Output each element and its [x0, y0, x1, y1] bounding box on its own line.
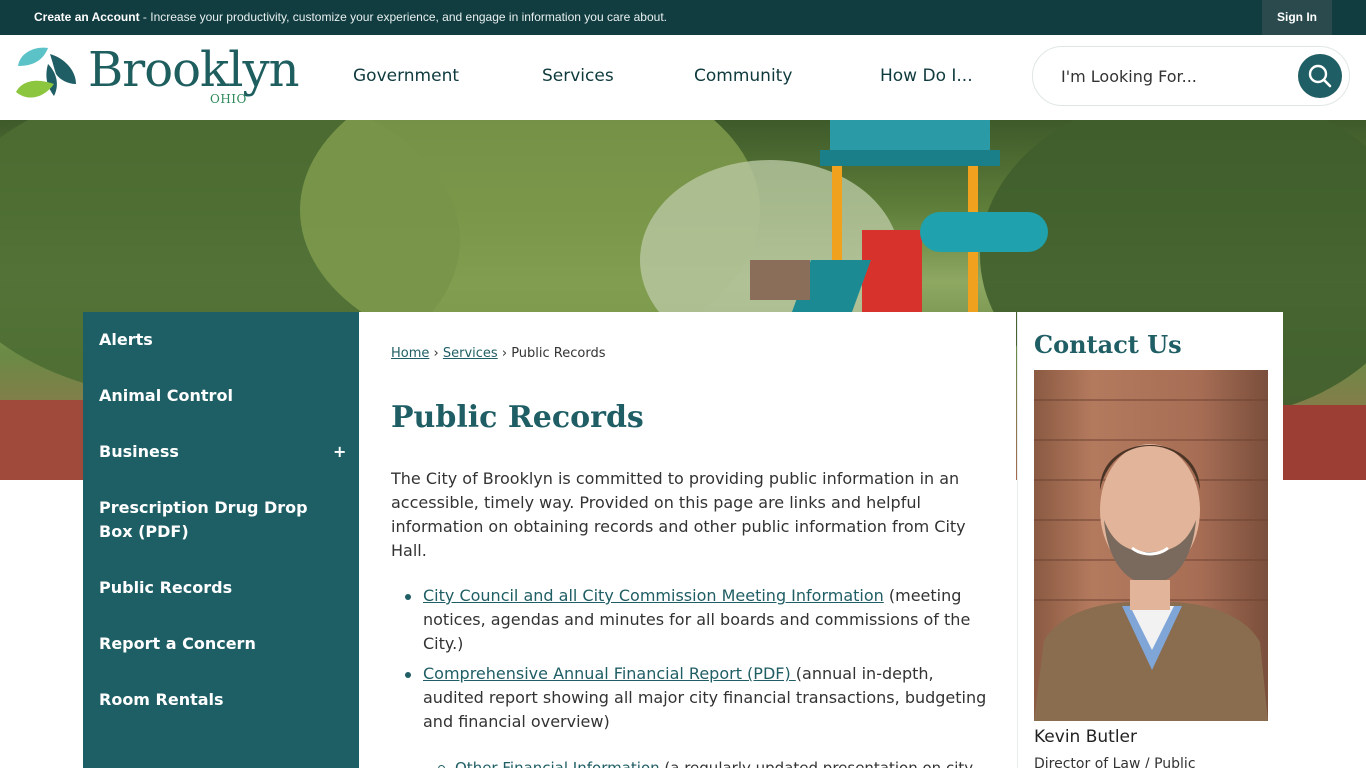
- sidenav-item-animal-control[interactable]: Animal Control: [99, 384, 329, 408]
- nav-how-do-i[interactable]: How Do I...: [880, 35, 973, 120]
- other-financial-info-link[interactable]: Other Financial Information: [455, 759, 660, 768]
- breadcrumb-separator: ›: [433, 346, 439, 361]
- top-bar: Create an Account - Increase your produc…: [0, 0, 1366, 35]
- breadcrumb-current: Public Records: [511, 346, 606, 361]
- sign-in-button[interactable]: Sign In: [1262, 0, 1332, 35]
- nav-services[interactable]: Services: [542, 35, 614, 120]
- bullet-icon: [405, 594, 411, 600]
- sidenav-item-public-records[interactable]: Public Records: [99, 576, 329, 600]
- site-header: Brooklyn OHIO Government Services Commun…: [0, 35, 1366, 120]
- breadcrumb: Home › Services › Public Records: [391, 346, 605, 361]
- contact-role: Director of Law / Public: [1034, 756, 1196, 768]
- logo-state: OHIO: [210, 92, 247, 106]
- contact-photo: [1034, 370, 1268, 721]
- council-meeting-info-link[interactable]: City Council and all City Commission Mee…: [423, 586, 884, 605]
- list-item: City Council and all City Commission Mee…: [391, 584, 991, 656]
- sub-list-item-text: (a regularly updated presentation on cit…: [659, 759, 974, 768]
- annual-financial-report-link[interactable]: Comprehensive Annual Financial Report (P…: [423, 664, 796, 683]
- contact-sidebar: Contact Us Kevin Butler Director of Law …: [1017, 312, 1283, 768]
- nav-government[interactable]: Government: [353, 35, 459, 120]
- sidenav-item-prescription-drug-drop-box[interactable]: Prescription Drug Drop Box (PDF): [99, 496, 329, 544]
- account-promo: Create an Account - Increase your produc…: [34, 0, 667, 35]
- promo-text: - Increase your productivity, customize …: [139, 10, 667, 24]
- search-button[interactable]: [1298, 54, 1342, 98]
- playground-tower: [830, 120, 990, 150]
- page-title: Public Records: [391, 400, 644, 435]
- brooklyn-logo[interactable]: Brooklyn OHIO: [14, 42, 324, 110]
- search-icon: [1308, 64, 1332, 88]
- main-content: Home › Services › Public Records Public …: [359, 312, 1016, 768]
- breadcrumb-home[interactable]: Home: [391, 346, 429, 361]
- breadcrumb-separator: ›: [501, 346, 508, 361]
- records-list: City Council and all City Commission Mee…: [391, 584, 991, 768]
- breadcrumb-services[interactable]: Services: [443, 346, 498, 361]
- sub-list-item: Other Financial Information (a regularly…: [391, 756, 991, 768]
- site-search: [1032, 46, 1350, 106]
- sidenav-item-room-rentals[interactable]: Room Rentals: [99, 688, 329, 712]
- contact-name: Kevin Butler: [1034, 727, 1137, 747]
- list-item: Comprehensive Annual Financial Report (P…: [391, 662, 991, 734]
- create-account-link[interactable]: Create an Account: [34, 10, 140, 24]
- leaf-logo-icon: [16, 47, 76, 98]
- contact-us-heading: Contact Us: [1034, 330, 1182, 359]
- nav-community[interactable]: Community: [694, 35, 792, 120]
- intro-paragraph: The City of Brooklyn is committed to pro…: [391, 469, 966, 560]
- search-input[interactable]: [1061, 61, 1291, 91]
- logo-wordmark: Brooklyn: [88, 42, 299, 98]
- expand-business-button[interactable]: +: [333, 442, 346, 461]
- sidenav-item-alerts[interactable]: Alerts: [99, 328, 329, 352]
- bullet-icon: [405, 672, 411, 678]
- side-navigation: Alerts Animal Control Business + Prescri…: [83, 312, 359, 768]
- sidenav-item-business[interactable]: Business: [99, 440, 329, 464]
- sidenav-item-report-a-concern[interactable]: Report a Concern: [99, 632, 329, 656]
